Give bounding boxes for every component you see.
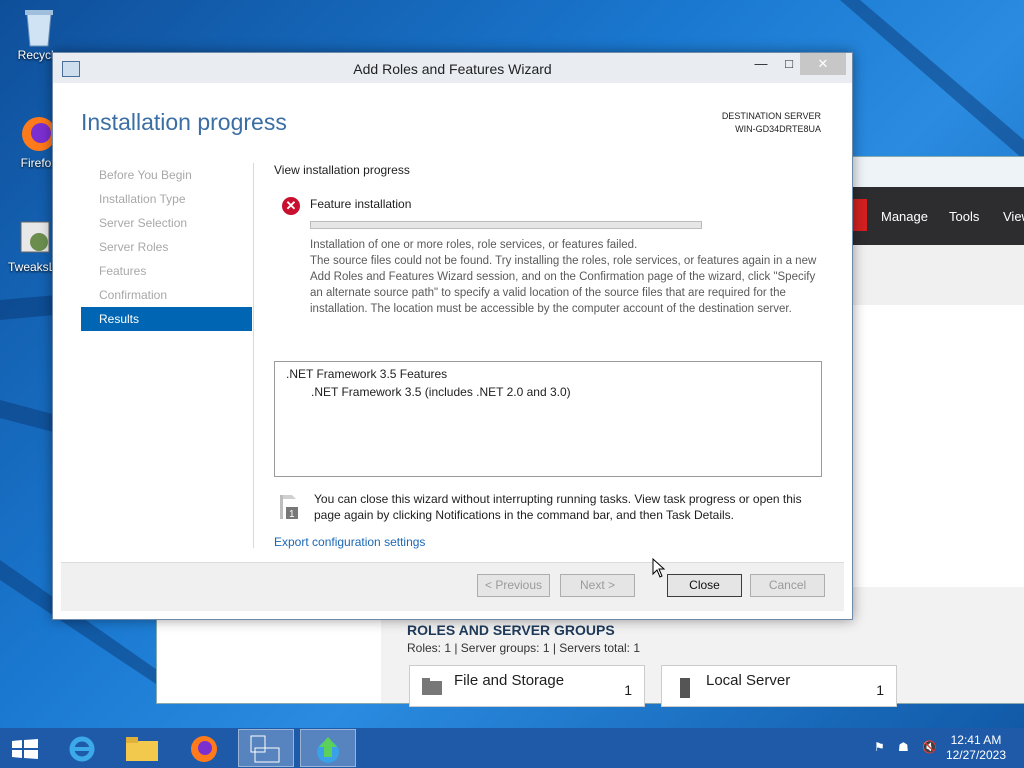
nav-server-roles[interactable]: Server Roles <box>81 235 252 259</box>
tile-file-and-storage[interactable]: File and Storage 1 <box>409 665 645 707</box>
nav-installation-type[interactable]: Installation Type <box>81 187 252 211</box>
notification-flag-icon: 1 <box>278 493 298 520</box>
destination-label: DESTINATION SERVER <box>721 111 821 121</box>
menu-view[interactable]: View <box>1003 209 1024 224</box>
add-roles-wizard-window[interactable]: Add Roles and Features Wizard — □ ✕ Inst… <box>52 52 853 620</box>
progress-bar <box>310 221 702 229</box>
next-button[interactable]: Next > <box>560 574 635 597</box>
error-message: Installation of one or more roles, role … <box>310 237 822 317</box>
menu-tools[interactable]: Tools <box>949 209 979 224</box>
taskbar: ⚑ ☗ 🔇 12:41 AM 12/27/2023 <box>0 728 1024 768</box>
nav-confirmation[interactable]: Confirmation <box>81 283 252 307</box>
page-title: Installation progress <box>81 109 287 135</box>
note-badge-count: 1 <box>289 509 295 520</box>
wizard-footer: < Previous Next > Close Cancel <box>61 562 844 611</box>
upload-globe-icon <box>317 737 339 763</box>
minimize-button[interactable]: — <box>746 53 776 75</box>
tile-count: 1 <box>876 682 884 698</box>
roles-section-title: ROLES AND SERVER GROUPS <box>407 622 615 638</box>
windows-logo-icon <box>12 739 38 759</box>
volume-muted-icon[interactable]: 🔇 <box>922 740 938 756</box>
error-message-summary: Installation of one or more roles, role … <box>310 239 638 251</box>
server-icon <box>680 678 690 698</box>
folder-icon <box>126 737 158 761</box>
feature-list[interactable]: .NET Framework 3.5 Features .NET Framewo… <box>274 361 822 477</box>
wizard-body: Installation progress DESTINATION SERVER… <box>61 83 844 611</box>
action-center-flag-icon[interactable]: ⚑ <box>874 740 890 756</box>
destination-server-name: WIN-GD34DRTE8UA <box>735 124 821 134</box>
recycle-bin-icon <box>19 6 59 47</box>
nav-server-selection[interactable]: Server Selection <box>81 211 252 235</box>
export-configuration-link[interactable]: Export configuration settings <box>274 535 425 549</box>
close-button[interactable]: Close <box>667 574 742 597</box>
taskbar-server-manager[interactable] <box>238 729 294 767</box>
tile-title: File and Storage <box>454 672 565 689</box>
firefox-icon <box>191 736 217 762</box>
clock-time: 12:41 AM <box>950 733 1002 747</box>
menu-manage[interactable]: Manage <box>881 209 928 224</box>
taskbar-wizard[interactable] <box>300 729 356 767</box>
wizard-title: Add Roles and Features Wizard <box>353 61 552 77</box>
previous-button[interactable]: < Previous <box>477 574 550 597</box>
mouse-cursor-icon <box>652 558 666 578</box>
nav-results[interactable]: Results <box>81 307 252 331</box>
tile-title: Local Server <box>706 672 791 689</box>
roles-summary: Roles: 1 | Server groups: 1 | Servers to… <box>407 641 641 655</box>
error-message-details: The source files could not be found. Try… <box>310 255 817 315</box>
clock-date: 12/27/2023 <box>945 748 1006 762</box>
taskbar-file-explorer[interactable] <box>114 729 170 767</box>
feature-installation-label: Feature installation <box>310 197 412 211</box>
cancel-button[interactable]: Cancel <box>750 574 825 597</box>
nav-features[interactable]: Features <box>81 259 252 283</box>
folder-icon <box>422 678 442 695</box>
internet-explorer-icon <box>69 736 95 762</box>
list-item: .NET Framework 3.5 Features <box>286 367 448 381</box>
taskbar-internet-explorer[interactable] <box>54 729 110 767</box>
divider <box>253 163 254 548</box>
close-wizard-note: You can close this wizard without interr… <box>314 492 802 522</box>
wizard-titlebar[interactable]: Add Roles and Features Wizard — □ ✕ <box>53 53 852 83</box>
nav-before-you-begin[interactable]: Before You Begin <box>81 163 252 187</box>
list-item: .NET Framework 3.5 (includes .NET 2.0 an… <box>311 385 571 399</box>
wizard-nav: Before You Begin Installation Type Serve… <box>81 163 252 331</box>
taskbar-firefox[interactable] <box>176 729 232 767</box>
tile-local-server[interactable]: Local Server 1 <box>661 665 897 707</box>
system-clock[interactable]: 12:41 AM 12/27/2023 <box>946 733 1006 763</box>
tile-count: 1 <box>624 682 632 698</box>
close-window-button[interactable]: ✕ <box>800 53 846 75</box>
section-label: View installation progress <box>274 163 410 177</box>
server-manager-icon <box>250 735 280 763</box>
error-icon: ✕ <box>282 197 300 215</box>
network-icon[interactable]: ☗ <box>898 740 914 756</box>
destination-server: DESTINATION SERVER WIN-GD34DRTE8UA <box>722 110 821 136</box>
tweaks-icon <box>15 218 55 258</box>
start-button[interactable] <box>0 729 50 767</box>
